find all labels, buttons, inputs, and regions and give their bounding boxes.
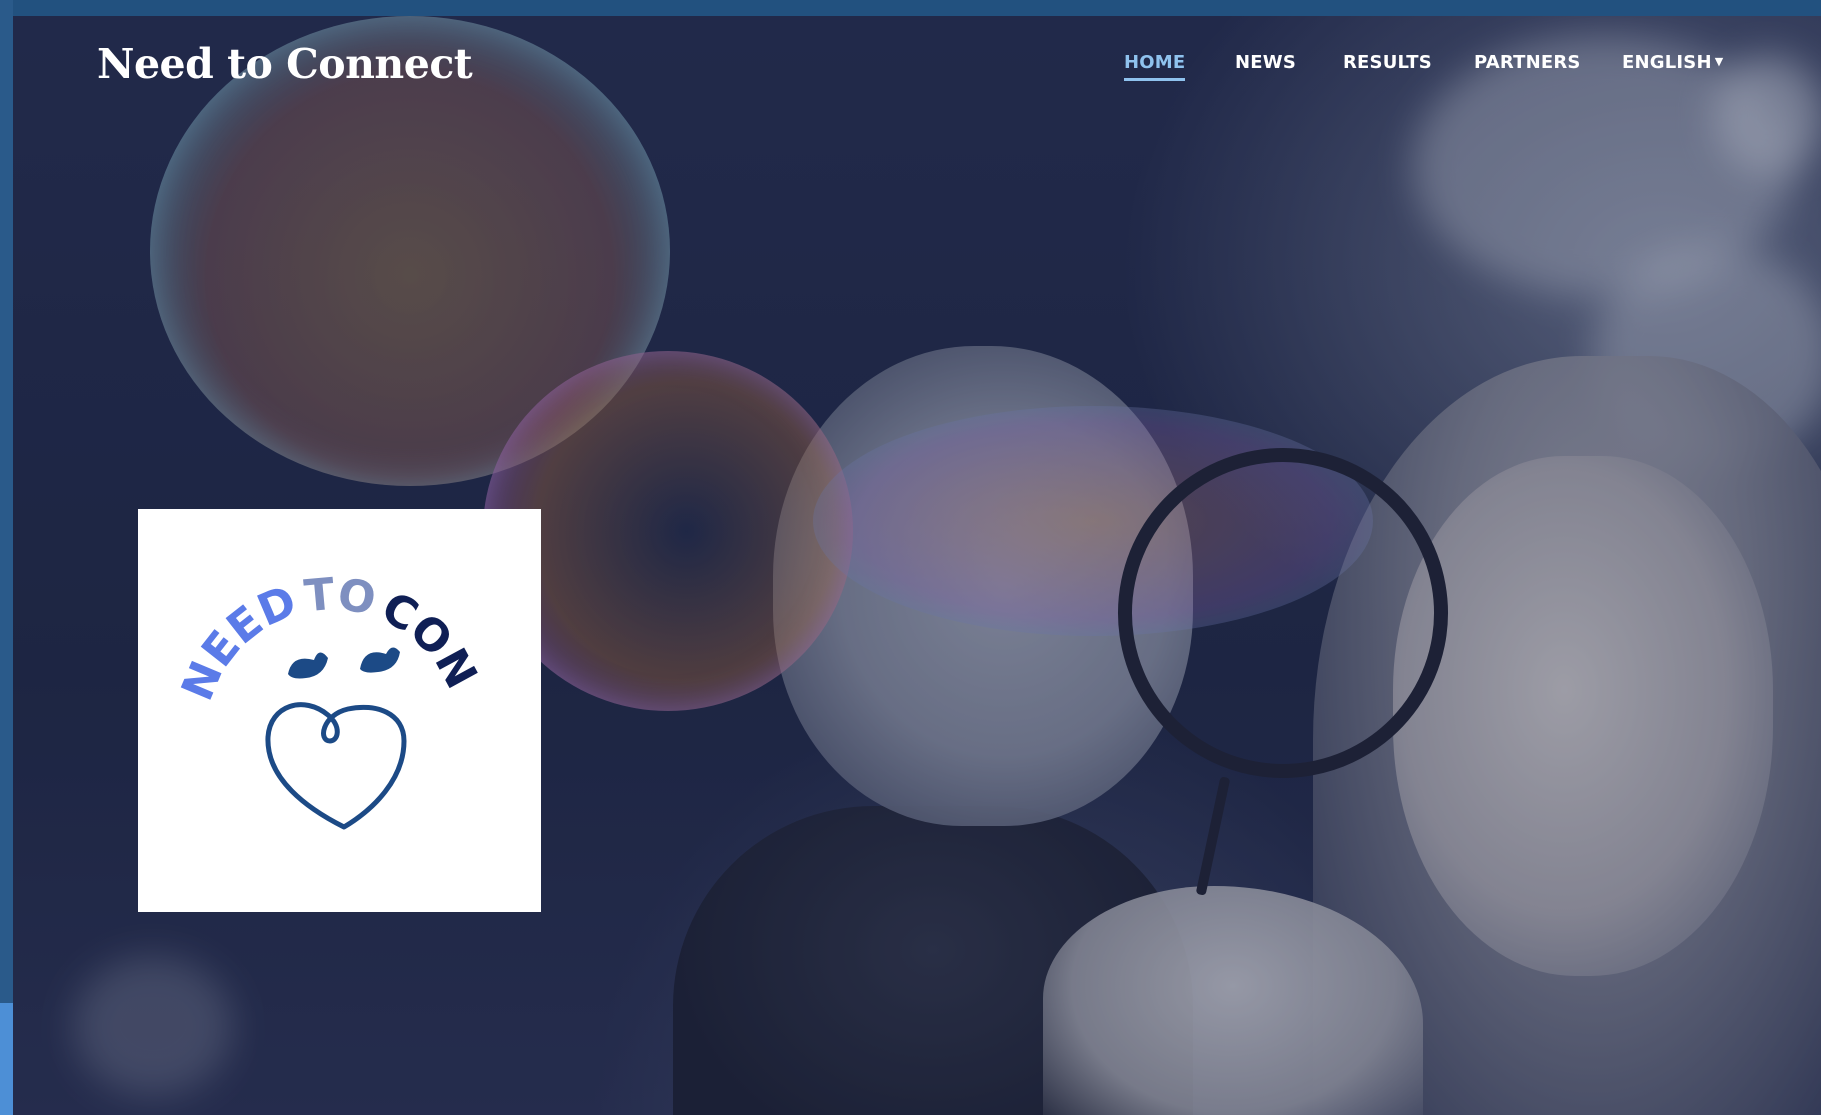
top-frame-bar	[0, 0, 1821, 16]
main-nav: HOME NEWS RESULTS PARTNERS ENGLISH ▼	[0, 52, 1821, 92]
left-frame-strip	[0, 0, 13, 1115]
nav-language-dropdown[interactable]: ENGLISH ▼	[1622, 52, 1723, 73]
project-logo-card: NEEDTOCONNECT	[120, 469, 541, 912]
nav-home-label: HOME	[1124, 52, 1186, 73]
need-to-connect-logo: NEEDTOCONNECT	[120, 469, 487, 830]
logo-wordmark: NEEDTOCONNECT	[138, 509, 487, 708]
nav-home[interactable]: HOME	[1124, 52, 1186, 81]
nav-partners[interactable]: PARTNERS	[1474, 52, 1581, 73]
left-frame-accent	[0, 1003, 13, 1115]
nav-active-underline	[1124, 78, 1186, 81]
logo-heads	[288, 647, 400, 679]
nav-partners-label: PARTNERS	[1474, 52, 1581, 73]
nav-results-label: RESULTS	[1343, 52, 1432, 73]
nav-news-label: NEWS	[1235, 52, 1296, 73]
chevron-down-icon: ▼	[1714, 55, 1724, 68]
logo-word-to: TO	[302, 569, 379, 626]
heart-icon	[265, 702, 407, 830]
nav-news[interactable]: NEWS	[1235, 52, 1296, 73]
nav-results[interactable]: RESULTS	[1343, 52, 1432, 73]
logo-word-need: NEED	[172, 576, 304, 708]
nav-language-label: ENGLISH	[1622, 52, 1712, 73]
